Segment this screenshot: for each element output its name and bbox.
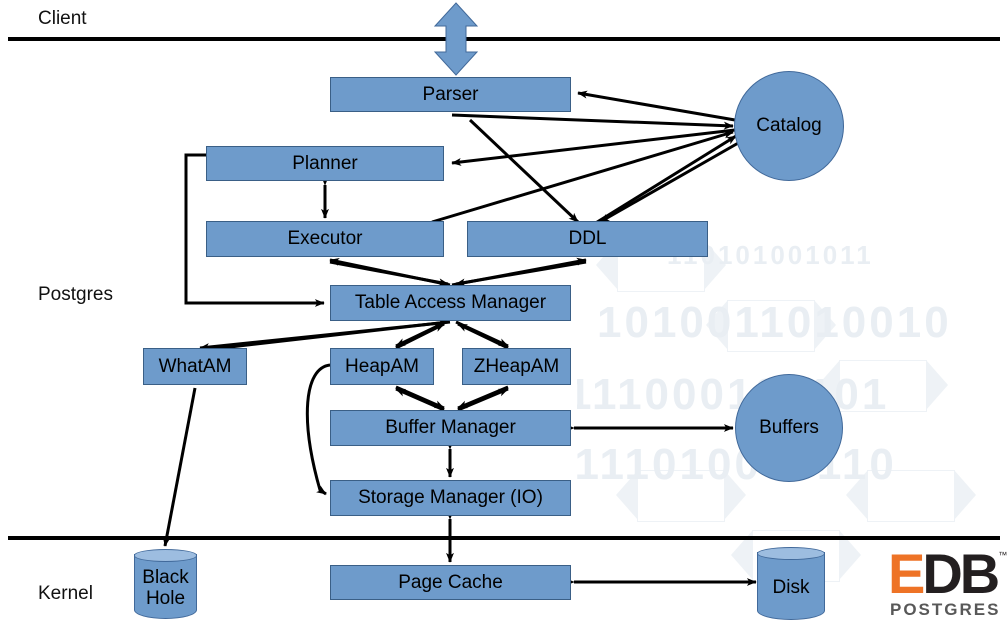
architecture-diagram: 1010011010010 111000101101 0111010000110… — [0, 0, 1007, 629]
zone-label-kernel: Kernel — [38, 583, 93, 604]
node-heapam[interactable]: HeapAM — [330, 348, 434, 385]
node-planner[interactable]: Planner — [206, 146, 444, 181]
hex-shape — [818, 360, 948, 412]
node-parser[interactable]: Parser — [330, 77, 571, 112]
node-ddl[interactable]: DDL — [467, 221, 708, 257]
edb-logo-letters: E DB ™ — [888, 542, 1007, 605]
node-table-access-manager[interactable]: Table Access Manager — [330, 285, 571, 321]
node-storage-manager[interactable]: Storage Manager (IO) — [330, 480, 571, 516]
node-catalog[interactable]: Catalog — [734, 71, 844, 181]
node-page-cache[interactable]: Page Cache — [330, 565, 571, 600]
node-executor[interactable]: Executor — [206, 221, 444, 257]
node-whatam[interactable]: WhatAM — [143, 348, 247, 385]
black-hole-line-1: Black — [142, 567, 189, 589]
edb-logo-trademark: ™ — [998, 550, 1007, 560]
node-disk[interactable]: Disk — [757, 547, 825, 620]
hex-shape — [846, 470, 976, 522]
watermark-digits: 111000101101 — [577, 370, 890, 419]
node-buffers[interactable]: Buffers — [735, 374, 843, 482]
hex-shape — [616, 470, 746, 522]
divider-client-postgres — [8, 37, 1000, 41]
zone-label-postgres: Postgres — [38, 284, 113, 305]
black-hole-line-2: Hole — [145, 587, 186, 609]
divider-postgres-kernel — [8, 536, 1000, 540]
node-zheapam[interactable]: ZHeapAM — [462, 348, 571, 385]
zone-label-client: Client — [38, 8, 87, 29]
edb-logo-e: E — [888, 542, 925, 605]
black-hole-label: Black Hole — [134, 560, 197, 617]
watermark-digits: 0111010000110 — [577, 440, 897, 489]
watermark-digits: 1010011010010 — [597, 298, 952, 347]
edb-logo-db: DB — [922, 542, 1000, 605]
edb-logo-subtitle: POSTGRES — [890, 600, 1001, 619]
disk-label: Disk — [772, 577, 810, 599]
node-black-hole[interactable]: Black Hole — [134, 549, 197, 619]
hex-shape — [706, 300, 836, 352]
edb-logo: E DB ™ POSTGRES — [888, 546, 1007, 624]
node-buffer-manager[interactable]: Buffer Manager — [330, 410, 571, 446]
